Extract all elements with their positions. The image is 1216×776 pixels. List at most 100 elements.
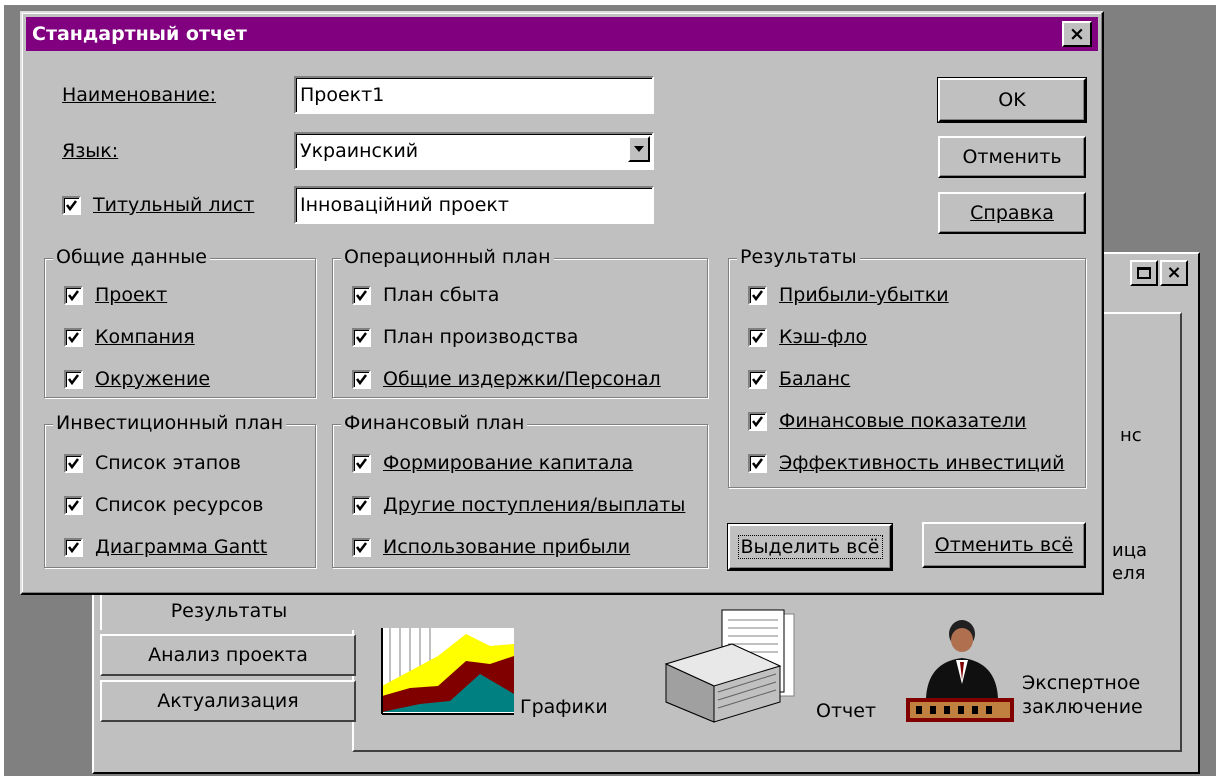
checkbox[interactable] — [64, 369, 83, 389]
general-item-label: Проект — [95, 284, 168, 306]
dropdown-arrow-icon[interactable] — [628, 136, 650, 162]
name-input-value: Проект1 — [300, 84, 385, 106]
check-icon — [752, 331, 763, 343]
financial-item-capital[interactable]: Формирование капитала — [352, 452, 633, 474]
tab-results-label: Результаты — [170, 600, 288, 622]
help-button-label: Справка — [970, 202, 1054, 224]
checkbox[interactable] — [64, 285, 83, 305]
dialog-titlebar[interactable]: Стандартный отчет × — [26, 17, 1098, 51]
checkbox[interactable] — [748, 369, 767, 389]
partial-label-b2: еля — [1112, 563, 1146, 584]
deselect-all-button[interactable]: Отменить всё — [922, 522, 1086, 568]
results-item-investment-efficiency[interactable]: Эффективность инвестиций — [748, 452, 1064, 474]
ok-button[interactable]: OK — [937, 77, 1087, 123]
tab-actualization-label: Актуализация — [157, 690, 299, 712]
cancel-button[interactable]: Отменить — [938, 136, 1086, 178]
investment-item-stages[interactable]: Список этапов — [64, 452, 241, 474]
charts-label: Графики — [520, 696, 608, 718]
results-item-label: Баланс — [779, 368, 851, 390]
operational-item-label: План производства — [383, 326, 579, 348]
financial-item-label: Формирование капитала — [383, 452, 634, 474]
deselect-all-label: Отменить всё — [934, 534, 1074, 556]
expert-person-icon — [906, 620, 1014, 722]
language-label: Язык: — [62, 140, 118, 162]
tab-project-analysis-label: Анализ проекта — [148, 644, 308, 666]
title-page-checkbox-row[interactable]: Титульный лист — [62, 194, 254, 216]
bg-close-button[interactable]: × — [1160, 260, 1188, 286]
operational-item-label: План сбыта — [383, 284, 500, 306]
investment-item-label: Диаграмма Gantt — [95, 536, 268, 558]
checkbox[interactable] — [64, 537, 83, 557]
operational-item-costs[interactable]: Общие издержки/Персонал — [352, 368, 661, 390]
results-item-cashflow[interactable]: Кэш-фло — [748, 326, 867, 348]
results-item-label: Прибыли-убытки — [779, 284, 949, 306]
general-item-label: Окружение — [95, 368, 211, 390]
checkbox[interactable] — [748, 411, 767, 431]
check-icon — [356, 541, 367, 553]
printer-icon — [664, 609, 795, 723]
checkbox[interactable] — [352, 285, 371, 305]
checkbox[interactable] — [748, 285, 767, 305]
title-page-input[interactable]: Інноваційний проект — [294, 186, 654, 224]
tab-results[interactable]: Результаты — [100, 590, 356, 630]
financial-item-profit-use[interactable]: Использование прибыли — [352, 536, 630, 558]
general-item-company[interactable]: Компания — [64, 326, 195, 348]
checkbox[interactable] — [748, 327, 767, 347]
investment-item-label: Список этапов — [95, 452, 242, 474]
check-icon — [356, 331, 367, 343]
check-icon — [66, 199, 77, 211]
title-page-label: Титульный лист — [93, 194, 255, 216]
results-item-financial-indicators[interactable]: Финансовые показатели — [748, 410, 1026, 432]
dialog-close-button[interactable]: × — [1062, 21, 1092, 47]
close-icon: × — [1069, 22, 1085, 45]
operational-item-production[interactable]: План производства — [352, 326, 578, 348]
check-icon — [356, 499, 367, 511]
desktop-top-edge — [0, 0, 1216, 5]
maximize-icon — [1137, 267, 1151, 279]
operational-item-sales[interactable]: План сбыта — [352, 284, 499, 306]
checkbox[interactable] — [748, 453, 767, 473]
general-item-environment[interactable]: Окружение — [64, 368, 210, 390]
financial-item-other-payments[interactable]: Другие поступления/выплаты — [352, 494, 685, 516]
checkbox[interactable] — [64, 495, 83, 515]
checkbox[interactable] — [352, 369, 371, 389]
results-item-profit-loss[interactable]: Прибыли-убытки — [748, 284, 949, 306]
tab-project-analysis[interactable]: Анализ проекта — [100, 634, 356, 676]
tab-actualization[interactable]: Актуализация — [100, 680, 356, 722]
operational-item-label: Общие издержки/Персонал — [383, 368, 661, 390]
partial-label-b1: ица — [1112, 540, 1147, 561]
checkbox[interactable] — [352, 495, 371, 515]
financial-item-label: Использование прибыли — [383, 536, 631, 558]
investment-item-gantt[interactable]: Диаграмма Gantt — [64, 536, 267, 558]
desktop-left-edge — [0, 0, 4, 776]
general-item-project[interactable]: Проект — [64, 284, 167, 306]
checkbox[interactable] — [352, 327, 371, 347]
results-item-label: Финансовые показатели — [779, 410, 1027, 432]
expert-label-line2: заключение — [1022, 696, 1143, 718]
investment-item-label: Список ресурсов — [95, 494, 264, 516]
help-button[interactable]: Справка — [938, 192, 1086, 234]
group-general-title: Общие данные — [53, 246, 210, 268]
name-input[interactable]: Проект1 — [294, 76, 654, 114]
language-label-text: Язык: — [62, 140, 119, 162]
report-tile[interactable] — [662, 606, 812, 731]
checkbox[interactable] — [352, 537, 371, 557]
checkbox[interactable] — [352, 453, 371, 473]
language-select[interactable]: Украинский — [294, 132, 654, 170]
group-financial-title: Финансовый план — [341, 412, 528, 434]
results-item-balance[interactable]: Баланс — [748, 368, 850, 390]
checkbox[interactable] — [64, 327, 83, 347]
charts-tile[interactable] — [380, 626, 516, 721]
partial-label-a: нс — [1120, 425, 1142, 446]
investment-item-resources[interactable]: Список ресурсов — [64, 494, 263, 516]
maximize-button[interactable] — [1130, 260, 1158, 286]
checkbox[interactable] — [64, 453, 83, 473]
close-icon: × — [1166, 262, 1182, 283]
select-all-button[interactable]: Выделить всё — [727, 523, 893, 571]
expert-tile[interactable] — [904, 618, 1016, 733]
check-icon — [68, 289, 79, 301]
check-icon — [68, 373, 79, 385]
title-page-checkbox[interactable] — [62, 195, 81, 215]
general-item-label: Компания — [95, 326, 195, 348]
check-icon — [752, 289, 763, 301]
